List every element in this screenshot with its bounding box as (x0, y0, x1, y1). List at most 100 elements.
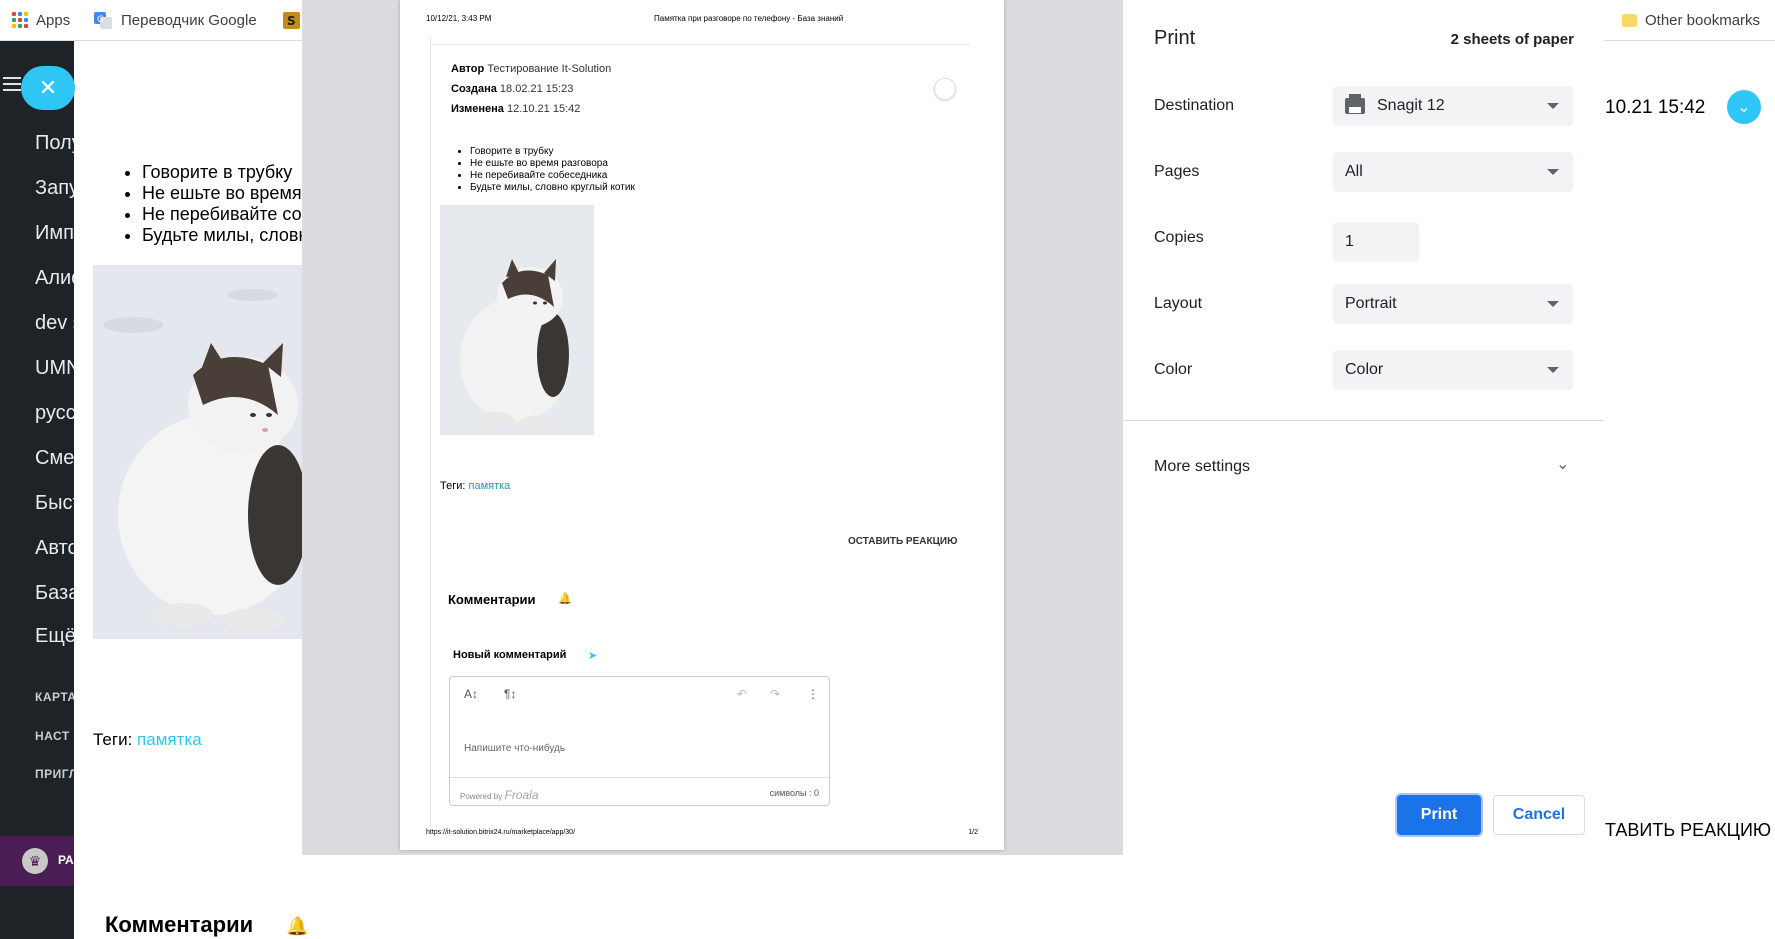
bookmark-snagit[interactable]: S (283, 0, 300, 41)
preview-page-number: 1/2 (968, 829, 978, 836)
hamburger-menu-icon[interactable] (3, 73, 21, 95)
preview-list-item: Не перебивайте собеседника (470, 170, 635, 182)
preview-tags-label: Теги: (440, 480, 466, 492)
sidebar-section-label[interactable]: ПРИГЛ (35, 767, 74, 781)
color-select[interactable]: Color (1333, 350, 1573, 390)
chevron-down-icon[interactable]: ⌄ (1556, 454, 1569, 474)
print-button[interactable]: Print (1397, 795, 1481, 835)
preview-changed: Изменена 12.10.21 15:42 (451, 103, 580, 115)
folder-icon (1622, 13, 1637, 27)
print-preview-area: 10/12/21, 3:43 PM Памятка при разговоре … (302, 0, 1424, 855)
print-dialog-title: Print (1154, 27, 1196, 49)
preview-header-date: 10/12/21, 3:43 PM (426, 14, 492, 23)
destination-value: Snagit 12 (1377, 97, 1445, 114)
bg-reaction-link[interactable]: ТАВИТЬ РЕАКЦИЮ (1605, 820, 1771, 841)
more-vertical-icon: ⋮ (807, 687, 819, 701)
bg-changed-date: 10.21 15:42 (1605, 97, 1706, 118)
sidebar-item[interactable]: Запу (35, 177, 74, 200)
sheet-count: 2 sheets of paper (1450, 31, 1574, 48)
bookmark-apps[interactable]: Apps (12, 0, 70, 41)
preview-char-count: символы : 0 (769, 788, 819, 798)
bookmark-translator[interactable]: G Переводчик Google (93, 0, 257, 41)
destination-select[interactable]: Snagit 12 (1333, 86, 1573, 126)
redo-icon: ↷ (770, 687, 781, 701)
preview-comments-heading: Комментарии (448, 592, 536, 607)
apps-grid-icon (12, 12, 28, 28)
preview-bullet-list: Говорите в трубку Не ешьте во время разг… (470, 146, 635, 194)
dropdown-caret-icon (1547, 301, 1559, 307)
print-preview-page: 10/12/21, 3:43 PM Памятка при разговоре … (400, 0, 1004, 850)
preview-divider (430, 44, 970, 45)
sidebar-section-label[interactable]: КАРТА (35, 690, 74, 704)
preview-author: Автор Тестирование It-Solution (451, 63, 611, 75)
cancel-button[interactable]: Cancel (1493, 795, 1585, 835)
svg-text:G: G (97, 15, 104, 25)
preview-list-item: Не ешьте во время разговора (470, 158, 635, 170)
cat-photo-preview (440, 205, 594, 435)
preview-created: Создана 18.02.21 15:23 (451, 83, 573, 95)
cat-photo-background (93, 265, 303, 639)
send-plane-icon: ➤ (588, 650, 598, 662)
sidebar-item[interactable]: База (35, 582, 74, 605)
bookmark-other-label: Other bookmarks (1645, 11, 1761, 29)
preview-reaction: ОСТАВИТЬ РЕАКЦИЮ (848, 536, 958, 547)
google-translate-icon: G (94, 12, 112, 29)
crown-icon: ♛ (22, 848, 48, 874)
bg-bullet-list: Говорите в трубку Не ешьте во время Не п… (142, 162, 308, 246)
sidebar-item[interactable]: Быст (35, 492, 74, 515)
bg-list-item: Не ешьте во время (142, 183, 308, 204)
sidebar-item[interactable]: Сме (35, 447, 74, 470)
chevron-double-down-icon[interactable]: ⌄ (1727, 90, 1761, 124)
layout-value: Portrait (1345, 295, 1397, 312)
color-label: Color (1154, 361, 1193, 378)
print-settings-panel: Print 2 sheets of paper Destination Snag… (1122, 0, 1604, 855)
copies-input[interactable]: 1 (1333, 222, 1419, 262)
bg-tags-label: Теги: (93, 730, 133, 749)
preview-powered-by: Powered by Froala (460, 788, 539, 802)
preview-tag-link: памятка (468, 480, 511, 492)
preview-comment-editor: A↕ ¶↕ ↶ ↷ ⋮ Напишите что-нибудь Powered … (449, 676, 830, 806)
bg-list-item: Будьте милы, словн (142, 225, 308, 246)
sidebar-item[interactable]: dev s (35, 312, 74, 335)
preview-list-item: Будьте милы, словно круглый котик (470, 182, 635, 194)
preview-margin-line (430, 36, 431, 826)
layout-label: Layout (1154, 295, 1203, 312)
sidebar-item[interactable]: Авто (35, 537, 74, 560)
preview-editor-footer: Powered by Froala символы : 0 (450, 777, 829, 807)
sidebar-item[interactable]: Ещё (35, 625, 74, 648)
preview-changed-label: Изменена (451, 103, 504, 115)
sidebar-section-label[interactable]: НАСТ (35, 729, 70, 743)
sidebar-promo-label: РА (58, 853, 74, 867)
preview-author-value: Тестирование It-Solution (487, 63, 612, 75)
sidebar-item[interactable]: Полу (35, 132, 74, 155)
destination-label: Destination (1154, 97, 1235, 114)
preview-editor-placeholder: Напишите что-нибудь (464, 743, 566, 754)
paragraph-icon: ¶↕ (504, 687, 517, 701)
preview-powered-label: Powered by (460, 792, 503, 801)
preview-created-value: 18.02.21 15:23 (499, 83, 574, 95)
pages-label: Pages (1154, 163, 1200, 180)
preview-author-label: Автор (451, 63, 485, 75)
sidebar-item[interactable]: Алис (35, 267, 74, 290)
preview-toggle-circle (934, 78, 956, 100)
svg-text:S: S (287, 14, 296, 28)
sidebar-promo-row[interactable]: ♛ РА (0, 836, 74, 886)
undo-icon: ↶ (737, 687, 748, 701)
bell-icon[interactable]: 🔔 (286, 916, 308, 937)
panel-divider (1123, 420, 1604, 421)
sidebar-item[interactable]: UMN (35, 357, 74, 380)
bookmark-other[interactable]: Other bookmarks (1622, 0, 1760, 41)
printer-icon (1345, 94, 1365, 114)
layout-select[interactable]: Portrait (1333, 284, 1573, 324)
dropdown-caret-icon (1547, 169, 1559, 175)
pages-select[interactable]: All (1333, 152, 1573, 192)
bell-icon: 🔔 (558, 593, 572, 605)
close-icon[interactable]: ✕ (21, 66, 75, 110)
pages-value: All (1345, 163, 1363, 180)
left-sidebar: Полу Запу Имп Алис dev s UMN русс Сме Бы… (0, 41, 74, 939)
preview-created-label: Создана (451, 83, 497, 95)
sidebar-item[interactable]: Имп (35, 222, 74, 245)
bg-tag-link[interactable]: памятка (137, 730, 202, 749)
more-settings-toggle[interactable]: More settings (1154, 458, 1250, 476)
sidebar-item[interactable]: русс (35, 402, 74, 425)
